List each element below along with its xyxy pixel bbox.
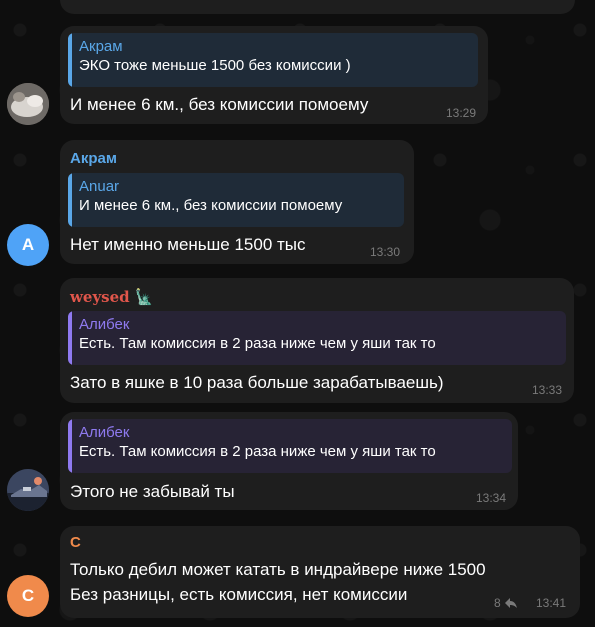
message-time: 13:41: [535, 596, 566, 610]
message-text: И менее 6 км., без комиссии помоему: [70, 95, 369, 114]
message-time: 13:33: [531, 383, 562, 397]
user-photo-icon: [7, 83, 49, 125]
reply-author: Anuar: [79, 178, 120, 195]
reply-quote[interactable]: Акрам ЭКО тоже меньше 1500 без комиссии …: [68, 33, 478, 87]
reply-author: Акрам: [79, 38, 123, 55]
reply-arrow-icon: [504, 598, 517, 608]
message-text: Нет именно меньше 1500 тыс: [70, 235, 306, 254]
previous-message-bubble[interactable]: [60, 0, 575, 14]
message-bubble[interactable]: Акрам Anuar И менее 6 км., без комиссии …: [60, 140, 414, 264]
avatar[interactable]: [7, 83, 49, 125]
reply-count: 8: [494, 596, 501, 610]
avatar[interactable]: A: [7, 224, 49, 266]
reply-quote[interactable]: Алибек Есть. Там комиссия в 2 раза ниже …: [68, 311, 566, 365]
sender-name[interactable]: С: [70, 534, 81, 551]
message-bubble[interactable]: Акрам ЭКО тоже меньше 1500 без комиссии …: [60, 26, 488, 124]
reply-text: И менее 6 км., без комиссии помоему: [79, 197, 343, 214]
replies-indicator[interactable]: 8: [494, 596, 518, 610]
message-bubble[interactable]: weysed 🗽 Алибек Есть. Там комиссия в 2 р…: [60, 278, 574, 403]
avatar-letter: С: [21, 586, 35, 605]
message-bubble[interactable]: Алибек Есть. Там комиссия в 2 раза ниже …: [60, 412, 518, 510]
reply-text: Есть. Там комиссия в 2 раза ниже чем у я…: [79, 443, 436, 460]
avatar[interactable]: С: [7, 575, 49, 617]
message-time: 13:34: [475, 491, 506, 505]
sender-name[interactable]: Акрам: [70, 150, 117, 167]
avatar-letter: A: [21, 235, 35, 254]
message-text: Этого не забывай ты: [70, 482, 235, 501]
sender-emoji: 🗽: [134, 288, 154, 306]
reply-quote[interactable]: Алибек Есть. Там комиссия в 2 раза ниже …: [68, 419, 512, 473]
reply-author: Алибек: [79, 424, 130, 441]
message-time: 13:29: [445, 106, 476, 120]
message-bubble[interactable]: С Только дебил может катать в индрайвере…: [60, 526, 580, 618]
sender-name-text: weysed: [70, 288, 130, 306]
sender-name[interactable]: weysed 🗽: [70, 288, 154, 306]
reply-text: Есть. Там комиссия в 2 раза ниже чем у я…: [79, 335, 436, 352]
reply-text: ЭКО тоже меньше 1500 без комиссии ): [79, 57, 351, 74]
reply-author: Алибек: [79, 316, 130, 333]
avatar[interactable]: [7, 469, 49, 511]
user-photo-icon: [7, 469, 49, 511]
message-text-line: Без разницы, есть комиссия, нет комиссии: [70, 585, 408, 604]
message-time: 13:30: [369, 245, 400, 259]
message-text: Зато в яшке в 10 раза больше зарабатывае…: [70, 373, 444, 392]
reply-quote[interactable]: Anuar И менее 6 км., без комиссии помоем…: [68, 173, 404, 227]
message-text-line: Только дебил может катать в индрайвере н…: [70, 560, 486, 579]
